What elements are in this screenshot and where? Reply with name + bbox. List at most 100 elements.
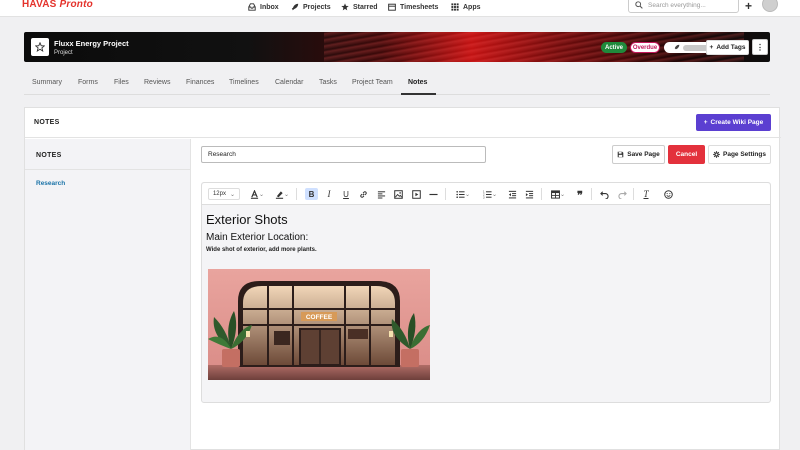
- clear-format-icon: T: [643, 189, 649, 199]
- highlight-color-button[interactable]: ⌄: [272, 188, 292, 200]
- project-type: Project: [54, 50, 73, 56]
- add-new-icon[interactable]: +: [745, 0, 752, 13]
- horizontal-rule-button[interactable]: [428, 188, 438, 200]
- plus-icon: +: [703, 119, 708, 126]
- nav-projects[interactable]: Projects: [291, 1, 331, 13]
- svg-text:3: 3: [483, 195, 485, 199]
- text-color-button[interactable]: ⌄: [247, 188, 267, 200]
- create-wiki-page-button[interactable]: + Create Wiki Page: [696, 114, 771, 131]
- tab-finances[interactable]: Finances: [186, 79, 214, 86]
- nav-inbox[interactable]: Inbox: [248, 1, 279, 13]
- tab-tasks[interactable]: Tasks: [319, 79, 337, 86]
- nav-apps[interactable]: Apps: [451, 1, 481, 13]
- video-icon: [411, 189, 421, 199]
- rich-text-editor: 12px ⌄ ⌄ ⌄ B I U ⌄ 1 2 3 ⌄ ⌄ ❞ T Exterio…: [201, 182, 771, 403]
- undo-button[interactable]: [599, 188, 609, 200]
- save-page-button[interactable]: Save Page: [612, 145, 665, 164]
- project-tabs: Summary Forms Files Reviews Finances Tim…: [24, 75, 770, 95]
- heading-main-exterior-location: Main Exterior Location:: [206, 232, 309, 243]
- storefront-image[interactable]: COFFEE: [208, 269, 430, 380]
- coffee-storefront-illustration: COFFEE: [208, 269, 430, 380]
- more-options-button[interactable]: ⋮: [752, 39, 768, 55]
- chevron-down-icon: ⌄: [464, 191, 471, 198]
- font-size-select[interactable]: 12px ⌄: [208, 188, 240, 200]
- outdent-button[interactable]: [507, 188, 517, 200]
- search-input[interactable]: Search everything...: [628, 0, 739, 13]
- tab-project-team[interactable]: Project Team: [352, 79, 393, 86]
- insert-image-button[interactable]: [393, 188, 403, 200]
- nav-projects-label: Projects: [303, 3, 331, 11]
- heading-exterior-shots: Exterior Shots: [206, 212, 288, 227]
- tab-files[interactable]: Files: [114, 79, 129, 86]
- tab-reviews[interactable]: Reviews: [144, 79, 170, 86]
- table-icon: [551, 189, 560, 199]
- underline-button[interactable]: U: [341, 188, 351, 200]
- user-avatar[interactable]: [762, 0, 778, 12]
- panel-title: NOTES: [34, 119, 60, 126]
- star-outline-icon: [35, 42, 45, 52]
- sidebar-item-research[interactable]: Research: [36, 180, 65, 187]
- bullet-list-button[interactable]: ⌄: [453, 188, 473, 200]
- page-title-field[interactable]: Research: [201, 146, 486, 163]
- insert-video-button[interactable]: [411, 188, 421, 200]
- rocket-icon: [674, 44, 680, 50]
- align-button[interactable]: [376, 188, 386, 200]
- timesheet-icon: [388, 3, 396, 11]
- notes-sidebar: NOTES Research: [25, 139, 191, 450]
- blockquote-button[interactable]: ❞: [575, 188, 585, 202]
- nav-apps-label: Apps: [463, 3, 481, 11]
- nav-timesheets[interactable]: Timesheets: [388, 1, 438, 13]
- search-icon: [635, 1, 643, 9]
- text-color-icon: [250, 189, 259, 199]
- chevron-down-icon: ⌄: [258, 191, 265, 198]
- nav-starred-label: Starred: [353, 3, 378, 11]
- grid-icon: [451, 3, 459, 11]
- tab-summary[interactable]: Summary: [32, 79, 62, 86]
- active-tab-indicator: [401, 93, 436, 95]
- project-banner: Fluxx Energy Project Project Active Over…: [24, 32, 770, 62]
- align-left-icon: [377, 190, 385, 199]
- sidebar-divider: [25, 169, 191, 170]
- italic-button[interactable]: I: [324, 188, 334, 200]
- tab-notes[interactable]: Notes: [408, 79, 427, 86]
- gear-icon: [713, 151, 720, 158]
- toolbar-divider: [445, 188, 446, 200]
- emoji-button[interactable]: [663, 188, 673, 200]
- numbered-list-button[interactable]: 123 ⌄: [480, 188, 500, 200]
- link-icon: [359, 190, 367, 198]
- nav-inbox-label: Inbox: [260, 3, 279, 11]
- havas-pronto-logo[interactable]: HAVAS Pronto: [22, 0, 93, 11]
- tab-forms[interactable]: Forms: [78, 79, 98, 86]
- bold-button[interactable]: B: [305, 188, 318, 200]
- toolbar-divider: [541, 188, 542, 200]
- chevron-down-icon: ⌄: [229, 191, 236, 198]
- toolbar-divider: [633, 188, 634, 200]
- horizontal-line-icon: [428, 193, 438, 195]
- save-icon: [617, 151, 624, 158]
- editor-toolbar: 12px ⌄ ⌄ ⌄ B I U ⌄ 1 2 3 ⌄ ⌄ ❞ T: [202, 183, 770, 205]
- cancel-button[interactable]: Cancel: [668, 145, 705, 164]
- chevron-down-icon: ⌄: [491, 191, 498, 198]
- add-tags-button[interactable]: + Add Tags: [706, 40, 749, 55]
- redo-button[interactable]: [617, 188, 627, 200]
- nav-starred[interactable]: Starred: [341, 1, 378, 13]
- project-title: Fluxx Energy Project: [54, 39, 129, 48]
- editor-content[interactable]: Exterior Shots Main Exterior Location: W…: [206, 209, 317, 253]
- page-settings-button[interactable]: Page Settings: [708, 145, 771, 164]
- indent-button[interactable]: [524, 188, 534, 200]
- search-placeholder: Search everything...: [648, 1, 706, 9]
- redo-icon: [617, 190, 627, 199]
- clear-formatting-button[interactable]: T: [641, 188, 651, 200]
- favorite-button[interactable]: [31, 38, 49, 56]
- insert-table-button[interactable]: ⌄: [548, 188, 568, 200]
- tab-timelines[interactable]: Timelines: [229, 79, 259, 86]
- sidebar-title: NOTES: [36, 152, 62, 159]
- plus-icon: +: [709, 44, 714, 51]
- toolbar-divider: [296, 188, 297, 200]
- link-button[interactable]: [358, 188, 368, 200]
- underline-icon: U: [343, 189, 349, 199]
- tab-calendar[interactable]: Calendar: [275, 79, 303, 86]
- star-icon: [341, 3, 349, 11]
- coffee-sign-text: COFFEE: [306, 314, 333, 321]
- bold-icon: B: [308, 189, 315, 199]
